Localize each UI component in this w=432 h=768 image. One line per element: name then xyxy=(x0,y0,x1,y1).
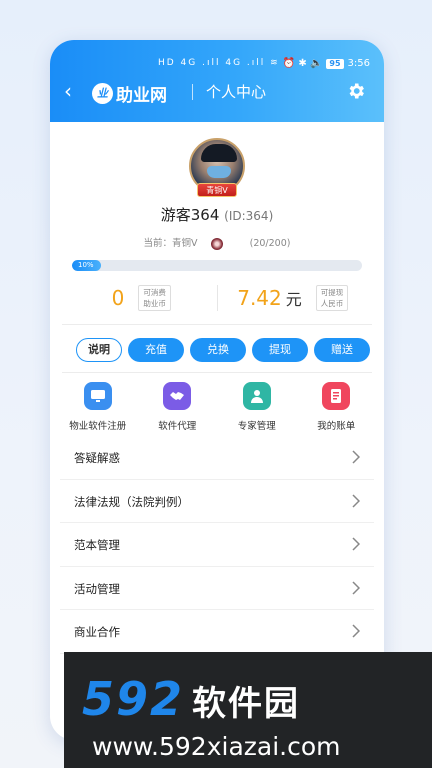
status-bar: HD 4G .ıll 4G .ıll ≋ ⏰ ✱ 🔈 95 3:56 xyxy=(50,58,384,72)
nav-divider xyxy=(192,84,193,100)
level-prefix: 当前： xyxy=(143,238,173,249)
menu-item-qa[interactable]: 答疑解惑 xyxy=(60,436,374,480)
phone-screen: HD 4G .ıll 4G .ıll ≋ ⏰ ✱ 🔈 95 3:56 ‹ 业 助… xyxy=(50,40,384,740)
exchange-button[interactable]: 兑换 xyxy=(190,338,246,362)
chevron-right-icon xyxy=(352,493,360,508)
level-line: 当前：青铜V (20/200) xyxy=(50,235,384,250)
status-right: ⏰ ✱ 🔈 95 3:56 xyxy=(283,58,370,69)
watermark-number: 592 xyxy=(82,672,185,726)
avatar-block[interactable]: 青铜V xyxy=(189,138,245,200)
gift-button[interactable]: 赠送 xyxy=(314,338,370,362)
logo-text: 助业网 xyxy=(116,86,167,106)
chevron-right-icon xyxy=(352,537,360,551)
watermark-name: 软件园 xyxy=(192,684,301,724)
shortcut-label: 专家管理 xyxy=(237,421,276,432)
menu-item-label: 法律法规（法院判例） xyxy=(74,494,189,509)
action-buttons: 说明 充值 兑换 提现 赠送 xyxy=(76,338,370,362)
shortcut-label: 我的账单 xyxy=(317,421,356,432)
page-title: 个人中心 xyxy=(206,83,267,101)
menu-item-laws[interactable]: 法律法规（法院判例） xyxy=(60,480,374,523)
money-value: 7.42 xyxy=(237,286,282,310)
progress-label: 10% xyxy=(78,261,94,269)
menu-list: 答疑解惑 法律法规（法院判例） 范本管理 活动管理 商业合作 xyxy=(60,436,374,654)
menu-item-cooperation[interactable]: 商业合作 xyxy=(60,610,374,654)
chevron-right-icon xyxy=(352,624,360,638)
shortcut-expert-manage[interactable]: 专家管理 xyxy=(217,382,297,432)
person-icon xyxy=(242,382,271,410)
menu-item-templates[interactable]: 范本管理 xyxy=(60,523,374,567)
menu-item-label: 商业合作 xyxy=(74,625,120,639)
back-arrow-icon[interactable]: ‹ xyxy=(64,80,72,102)
level-count: (20/200) xyxy=(249,238,291,249)
logo-mark: 业 xyxy=(92,83,113,104)
battery-icon: 95 xyxy=(326,58,344,69)
shortcut-grid: 物业软件注册 软件代理 专家管理 我的账单 xyxy=(58,382,376,432)
menu-item-label: 活动管理 xyxy=(74,581,120,596)
level-progress-bar: 10% xyxy=(72,260,362,271)
app-header: HD 4G .ıll 4G .ıll ≋ ⏰ ✱ 🔈 95 3:56 ‹ 业 助… xyxy=(50,40,384,122)
chevron-right-icon xyxy=(352,450,360,464)
section-divider xyxy=(62,372,372,373)
menu-item-label: 范本管理 xyxy=(74,538,120,552)
user-id: (ID:364) xyxy=(224,209,274,223)
app-logo: 业 助业网 xyxy=(92,81,167,106)
handshake-icon xyxy=(163,382,192,410)
shortcut-software-agent[interactable]: 软件代理 xyxy=(138,382,218,432)
menu-item-activities[interactable]: 活动管理 xyxy=(60,567,374,610)
coin-value: 0 xyxy=(111,286,125,310)
level-name: 青铜V xyxy=(172,238,198,249)
chevron-right-icon xyxy=(352,580,360,595)
status-icons: ⏰ ✱ 🔈 xyxy=(282,58,323,69)
withdraw-button[interactable]: 提现 xyxy=(252,338,308,362)
coin-balance[interactable]: 0 可消费 助业币 xyxy=(66,282,217,314)
monitor-icon xyxy=(83,382,112,410)
level-badge: 青铜V xyxy=(197,183,237,197)
shortcut-label: 物业软件注册 xyxy=(69,421,127,432)
section-divider xyxy=(62,324,372,325)
level-medal-icon xyxy=(210,237,223,250)
money-tag: 可提现 人民币 xyxy=(315,285,349,311)
user-name-line: 游客364 (ID:364) xyxy=(50,204,384,225)
menu-item-label: 答疑解惑 xyxy=(74,451,120,465)
bill-icon xyxy=(322,382,351,410)
watermark-url: www.592xiazai.com xyxy=(92,732,341,761)
shortcut-label: 软件代理 xyxy=(158,421,197,432)
money-unit: 元 xyxy=(285,290,302,309)
clock: 3:56 xyxy=(347,58,370,69)
balance-panel: 0 可消费 助业币 7.42 元 可提现 人民币 xyxy=(66,282,368,314)
shortcut-software-register[interactable]: 物业软件注册 xyxy=(58,382,138,432)
gear-icon[interactable] xyxy=(346,81,366,101)
explain-button[interactable]: 说明 xyxy=(76,338,122,362)
coin-tag: 可消费 助业币 xyxy=(138,285,171,311)
site-watermark: 592 软件园 www.592xiazai.com xyxy=(64,652,432,768)
money-balance[interactable]: 7.42 元 可提现 人民币 xyxy=(218,282,369,314)
nav-bar: ‹ 业 助业网 个人中心 xyxy=(50,78,384,106)
signal-indicator: HD 4G .ıll 4G .ıll ≋ xyxy=(158,58,280,68)
shortcut-my-bills[interactable]: 我的账单 xyxy=(297,382,377,432)
recharge-button[interactable]: 充值 xyxy=(128,338,184,362)
user-name: 游客364 xyxy=(160,206,220,224)
